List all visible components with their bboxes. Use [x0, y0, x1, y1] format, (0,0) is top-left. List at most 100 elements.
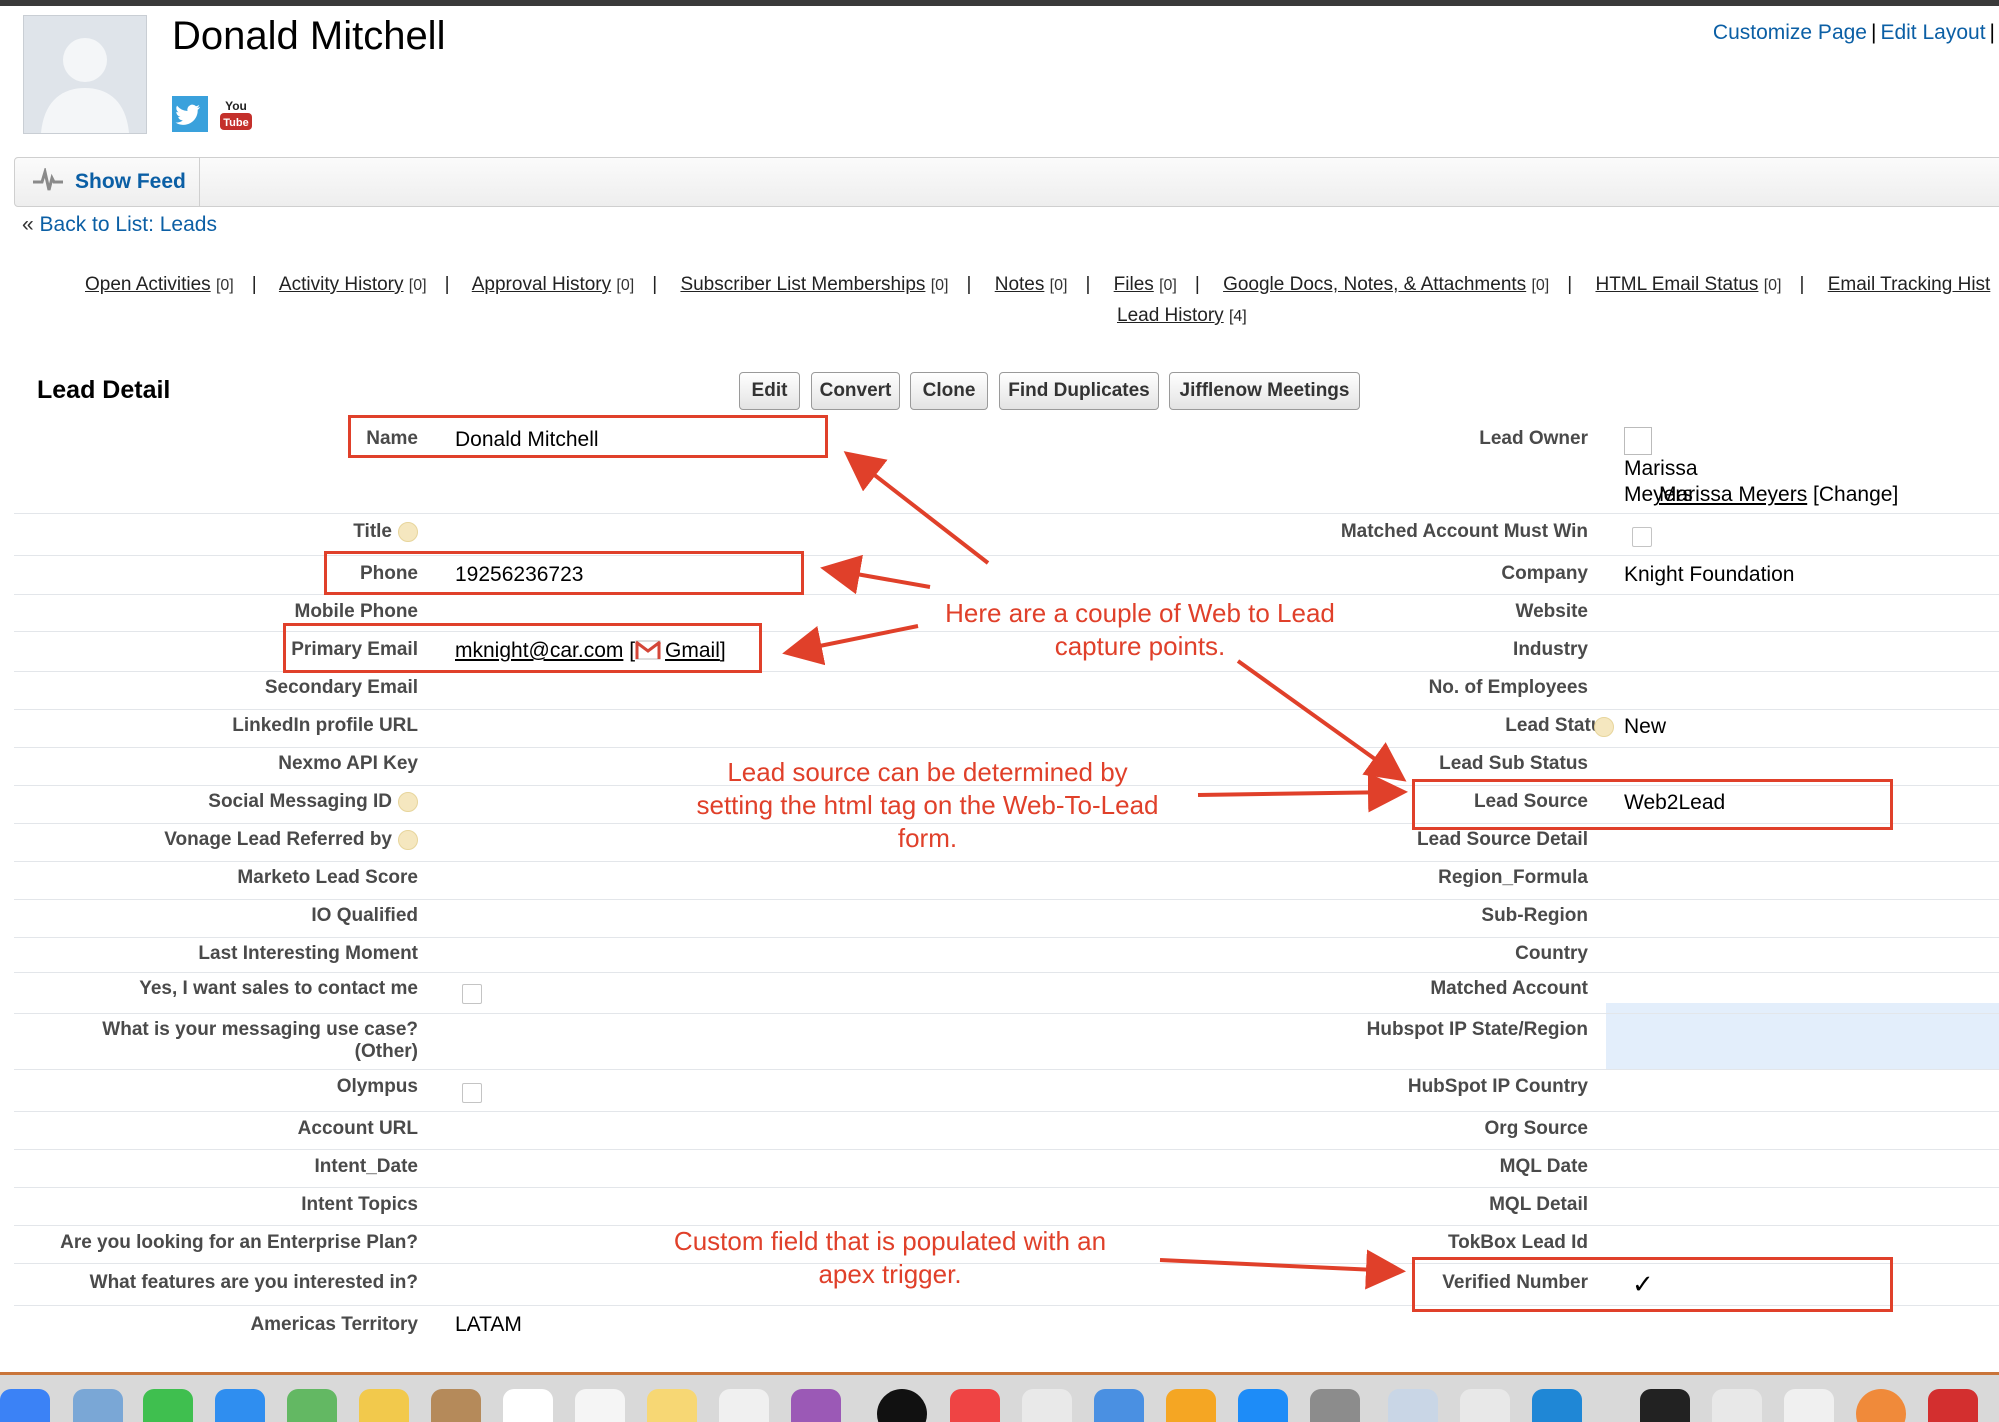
show-feed-button[interactable]: Show Feed — [15, 158, 200, 206]
person-placeholder-icon — [41, 38, 129, 133]
related-count: [0] — [930, 277, 949, 294]
reminders-icon[interactable] — [575, 1389, 625, 1422]
row-divider — [14, 1069, 1999, 1070]
field-label-tokbox-lead-id: TokBox Lead Id — [1447, 1232, 1588, 1253]
row-divider — [14, 1149, 1999, 1150]
related-link-files[interactable]: Files — [1114, 274, 1154, 295]
help-icon[interactable] — [398, 521, 418, 542]
contacts-icon[interactable] — [431, 1389, 481, 1422]
field-label-company: Company — [1501, 563, 1588, 584]
row-divider — [14, 937, 1999, 938]
music-icon[interactable] — [719, 1389, 769, 1422]
window-top-bar — [0, 0, 1999, 6]
related-count: [0] — [408, 277, 427, 294]
jifflenow-meetings-button[interactable]: Jifflenow Meetings — [1169, 372, 1360, 410]
field-label-sub-region: Sub-Region — [1481, 905, 1588, 926]
svg-text:You: You — [225, 99, 247, 113]
feed-bar: Show Feed — [14, 157, 1999, 207]
related-count: [4] — [1228, 308, 1247, 325]
app-icon[interactable] — [73, 1389, 123, 1422]
row-divider — [14, 972, 1999, 973]
find-duplicates-button[interactable]: Find Duplicates — [999, 372, 1159, 410]
podcasts-icon[interactable] — [791, 1389, 841, 1422]
edit-layout-link[interactable]: Edit Layout — [1880, 21, 1985, 44]
related-link-approval-history[interactable]: Approval History — [472, 274, 611, 295]
twitter-icon[interactable] — [172, 96, 208, 132]
annotation-box-name — [348, 415, 828, 458]
slack-icon[interactable] — [1460, 1389, 1510, 1422]
row-divider — [14, 1187, 1999, 1188]
app-icon[interactable] — [1712, 1389, 1762, 1422]
youtube-icon[interactable]: You Tube — [218, 96, 254, 132]
related-link-lead-history[interactable]: Lead History — [1117, 305, 1224, 326]
related-count: [0] — [1159, 277, 1177, 294]
messages-icon[interactable] — [215, 1389, 265, 1422]
field-label-last-interesting-moment: Last Interesting Moment — [198, 943, 418, 964]
field-value-americas-territory: LATAM — [455, 1313, 522, 1336]
lead-owner-link[interactable]: Marissa Meyers — [1659, 483, 1807, 506]
field-label-org-source: Org Source — [1484, 1118, 1588, 1139]
svg-text:Tube: Tube — [223, 117, 248, 129]
help-icon[interactable] — [1594, 717, 1614, 737]
convert-button[interactable]: Convert — [811, 372, 900, 410]
textedit-icon[interactable] — [1784, 1389, 1834, 1422]
back-to-list: « Back to List: Leads — [22, 213, 217, 237]
field-label-website: Website — [1515, 601, 1588, 622]
field-label-mql-date: MQL Date — [1499, 1156, 1588, 1177]
row-divider — [14, 513, 1999, 514]
numbers-icon[interactable] — [1022, 1389, 1072, 1422]
news-icon[interactable] — [950, 1389, 1000, 1422]
separator: | — [1870, 21, 1877, 44]
facetime-icon[interactable] — [143, 1389, 193, 1422]
clone-button[interactable]: Clone — [910, 372, 988, 410]
app-icon[interactable] — [1856, 1389, 1906, 1422]
notes-icon[interactable] — [647, 1389, 697, 1422]
related-link-google-docs[interactable]: Google Docs, Notes, & Attachments — [1223, 274, 1526, 295]
related-count: [0] — [1049, 277, 1068, 294]
help-icon[interactable] — [398, 791, 418, 812]
customize-page-link[interactable]: Customize Page — [1713, 21, 1867, 44]
tv-icon[interactable] — [877, 1389, 927, 1422]
field-label-sales-contact: Yes, I want sales to contact me — [139, 978, 418, 999]
field-label-account-url: Account URL — [297, 1118, 418, 1139]
annotation-box-lead-source — [1412, 779, 1893, 830]
field-label-secondary-email: Secondary Email — [264, 677, 418, 698]
field-label-messaging-use-case: What is your messaging use case? (Other) — [102, 1019, 418, 1062]
row-divider — [14, 709, 1999, 710]
field-label-olympus: Olympus — [336, 1076, 418, 1097]
related-link-email-tracking[interactable]: Email Tracking Hist — [1828, 274, 1991, 295]
settings-icon[interactable] — [1388, 1389, 1438, 1422]
owner-photo-alt-text: Marissa — [1624, 457, 1698, 480]
related-list-links-row2: Lead History [4] — [1117, 305, 1247, 327]
related-link-activity-history[interactable]: Activity History — [279, 274, 404, 295]
vscode-icon[interactable] — [1532, 1389, 1582, 1422]
help-icon[interactable] — [398, 829, 418, 850]
pages-icon[interactable] — [1166, 1389, 1216, 1422]
page-actions: Customize Page | Edit Layout | — [1713, 21, 1999, 45]
back-to-list-link[interactable]: Back to List: Leads — [40, 213, 217, 236]
show-feed-label: Show Feed — [75, 170, 186, 193]
sales-contact-checkbox — [462, 984, 482, 1004]
row-divider — [14, 555, 1999, 556]
related-link-html-email-status[interactable]: HTML Email Status — [1595, 274, 1758, 295]
edit-button[interactable]: Edit — [739, 372, 800, 410]
terminal-icon[interactable] — [1640, 1389, 1690, 1422]
field-label-vonage-referred: Vonage Lead Referred by — [164, 829, 418, 851]
field-label-linkedin-url: LinkedIn profile URL — [232, 715, 418, 736]
maps-icon[interactable] — [287, 1389, 337, 1422]
related-link-notes[interactable]: Notes — [995, 274, 1045, 295]
field-label-region-formula: Region_Formula — [1438, 867, 1588, 888]
row-divider — [14, 594, 1999, 595]
related-link-open-activities[interactable]: Open Activities — [85, 274, 211, 295]
related-link-subscriber-list[interactable]: Subscriber List Memberships — [680, 274, 925, 295]
keynote-icon[interactable] — [1094, 1389, 1144, 1422]
calendar-icon[interactable] — [503, 1389, 553, 1422]
row-divider — [14, 861, 1999, 862]
app-icon[interactable] — [1928, 1389, 1978, 1422]
annotation-box-verified-number — [1412, 1257, 1893, 1312]
app-store-icon[interactable] — [1238, 1389, 1288, 1422]
photos-icon[interactable] — [359, 1389, 409, 1422]
safari-icon[interactable] — [0, 1389, 50, 1422]
change-owner-link[interactable]: [Change] — [1813, 483, 1898, 506]
system-preferences-icon[interactable] — [1310, 1389, 1360, 1422]
